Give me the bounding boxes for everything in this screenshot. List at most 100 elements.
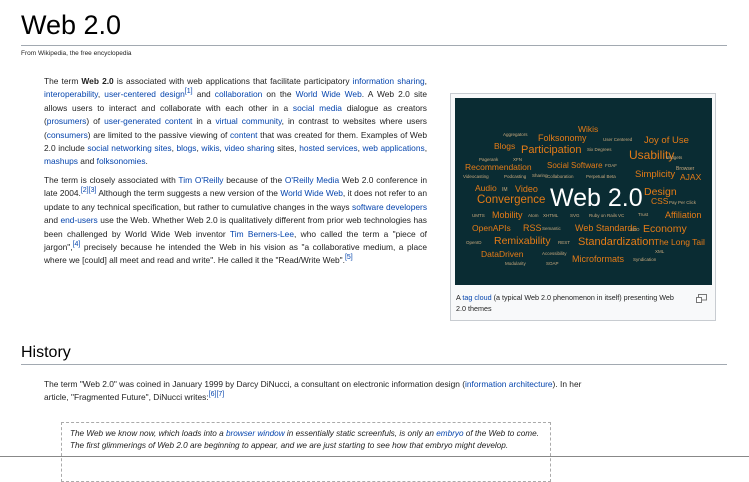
intro-paragraph-1: The term Web 2.0 is associated with web … (44, 75, 427, 169)
tag-cloud-word: XML (655, 249, 665, 254)
tag-cloud-image[interactable]: Aggregators Wikis Folksonomy User Centered J… (455, 98, 712, 285)
text: is associated with web applications that… (113, 76, 353, 86)
tag-cloud-center-word: Web 2.0 (550, 184, 643, 212)
link-consumers[interactable]: consumers (47, 130, 88, 140)
link-virtual-community[interactable]: virtual community (215, 116, 281, 126)
text: in essentially static screenfuls, is onl… (284, 429, 437, 438)
tag-cloud-word: Simplicity (635, 169, 675, 180)
text: . (145, 156, 148, 167)
tag-cloud-word: Participation (521, 144, 582, 156)
tag-cloud-word: Convergence (477, 194, 545, 206)
tag-cloud-word: Modularity (505, 261, 527, 266)
link-user-generated-content[interactable]: user-generated content (104, 116, 192, 126)
text: because of the (223, 175, 285, 185)
link-world-wide-web-2[interactable]: World Wide Web (280, 188, 343, 198)
link-mashups[interactable]: mashups (44, 156, 78, 166)
tag-cloud-word: Podcasting (504, 174, 527, 179)
tag-cloud-word: DataDriven (481, 249, 524, 259)
link-hosted-services[interactable]: hosted services (299, 143, 357, 153)
text: and (77, 156, 97, 167)
tag-cloud-word: Syndication (633, 257, 657, 262)
text: The Web we know now, which loads into a (70, 429, 226, 438)
link-software-developers[interactable]: software developers (352, 202, 427, 212)
section-heading-history: History (21, 344, 71, 361)
link-end-users[interactable]: end-users (60, 215, 97, 225)
tag-cloud-word: CSS (651, 196, 669, 206)
link-wikis[interactable]: wikis (201, 143, 219, 153)
tag-cloud-word: Folksonomy (538, 133, 587, 143)
tag-cloud-word: Perpetual Beta (586, 174, 616, 179)
ref-link-7[interactable]: [7] (216, 392, 224, 399)
link-blogs[interactable]: blogs (176, 143, 196, 153)
tag-cloud-word: RSS (523, 223, 542, 233)
section-divider (21, 364, 727, 365)
tag-cloud-word: UMTS (472, 213, 485, 218)
tag-cloud-word: SEO (630, 227, 640, 232)
tag-cloud-word: Trust (638, 212, 649, 217)
tag-cloud-word: XHTML (543, 213, 559, 218)
ref-link-1[interactable]: [1] (185, 89, 193, 96)
link-social-media[interactable]: social media (293, 103, 342, 113)
tag-cloud-word: REST (558, 240, 570, 245)
link-web-applications[interactable]: web applications (363, 143, 425, 153)
tag-cloud-word: Standardization (578, 236, 654, 248)
tag-cloud-word: FOAF (605, 163, 617, 168)
text: , (424, 76, 427, 86)
tag-cloud-word: Collaboration (547, 174, 574, 179)
link-folksonomies[interactable]: folksonomies (97, 156, 146, 166)
link-information-sharing[interactable]: information sharing (353, 76, 425, 86)
link-collaboration[interactable]: collaboration (215, 89, 263, 99)
link-browser-window[interactable]: browser window (226, 429, 285, 438)
thumbnail-caption: A tag cloud (a typical Web 2.0 phenomeno… (456, 292, 681, 314)
link-tag-cloud[interactable]: tag cloud (462, 293, 491, 302)
text: The term "Web 2.0" was coined in January… (44, 379, 466, 389)
tag-cloud-word: Ruby on Rails (589, 213, 618, 218)
text: The term (44, 76, 82, 86)
dinucci-quote: The Web we know now, which loads into a … (61, 422, 551, 482)
tag-cloud-word: Social Software (547, 161, 603, 170)
text: Although the term suggests a new version… (96, 188, 281, 199)
page-title: Web 2.0 (21, 10, 122, 40)
link-information-architecture[interactable]: information architecture (465, 379, 553, 389)
tag-cloud-word: IM (502, 187, 508, 193)
intro-paragraph-2: The term is closely associated with Tim … (44, 174, 427, 268)
tag-cloud-word: Affiliation (665, 210, 701, 220)
link-world-wide-web[interactable]: World Wide Web (296, 89, 362, 99)
tag-cloud-svg: AggregatorsWikisFolksonomy User Centered J… (463, 124, 705, 266)
tag-cloud-word: Economy (643, 223, 688, 235)
tag-cloud-word: User Centered (603, 137, 633, 142)
link-user-centered-design[interactable]: user-centered design (104, 89, 184, 99)
text: , (424, 143, 428, 154)
link-tim-berners-lee[interactable]: Tim Berners-Lee (230, 229, 294, 239)
link-interoperability[interactable]: interoperability (44, 89, 98, 99)
tag-cloud-word: Recommendation (465, 162, 532, 172)
link-embryo[interactable]: embryo (436, 429, 463, 438)
ref-link-5[interactable]: [5] (345, 255, 353, 262)
text: ) are limited to the passive viewing of (87, 129, 230, 140)
tag-cloud-word: Web Standards (575, 223, 637, 233)
text: and (44, 215, 61, 226)
tag-cloud-word: SOAP (546, 261, 559, 266)
link-content[interactable]: content (230, 130, 257, 140)
tag-cloud-word: Remixability (494, 235, 551, 247)
tag-cloud-word: SVG (570, 213, 580, 218)
tag-cloud-word: Video (515, 184, 538, 194)
ref-link-2[interactable]: [2] (81, 188, 89, 195)
enlarge-icon[interactable] (696, 294, 707, 303)
link-social-networking-sites[interactable]: social networking sites (87, 143, 171, 153)
link-video-sharing[interactable]: video sharing (224, 143, 274, 153)
link-tim-oreilly[interactable]: Tim O'Reilly (178, 175, 223, 185)
bold-term: Web 2.0 (81, 76, 114, 86)
tag-cloud-word: Pay Per Click (669, 200, 697, 205)
tag-cloud-word: Six Degrees (587, 147, 612, 152)
site-tagline: From Wikipedia, the free encyclopedia (21, 50, 132, 57)
tag-cloud-word: Mobility (492, 210, 523, 220)
text: precisely because he intended the Web in… (44, 242, 427, 266)
link-prosumers[interactable]: prosumers (47, 116, 87, 126)
tag-cloud-word: Joy of Use (644, 135, 689, 146)
link-oreilly-media[interactable]: O'Reilly Media (285, 175, 339, 185)
tag-cloud-word: Microformats (572, 254, 625, 264)
tag-cloud-word: Videocasting (463, 174, 489, 179)
tag-cloud-word: VC (618, 213, 625, 218)
text: on the (262, 89, 296, 100)
